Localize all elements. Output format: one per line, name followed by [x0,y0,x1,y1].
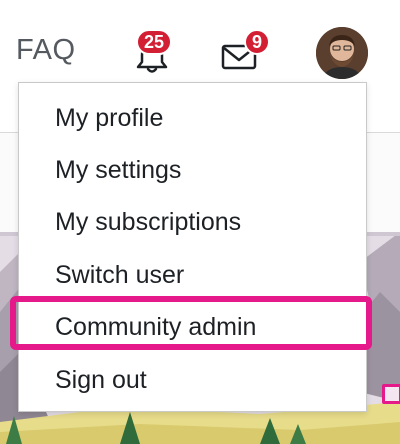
page: FAQ 25 9 My profile My settings My subsc… [0,0,400,444]
menu-item-my-settings[interactable]: My settings [55,156,181,185]
menu-item-community-admin[interactable]: Community admin [55,313,256,342]
user-dropdown-menu: My profile My settings My subscriptions … [18,82,367,412]
menu-item-switch-user[interactable]: Switch user [55,261,184,290]
faq-link[interactable]: FAQ [16,34,76,67]
menu-item-sign-out[interactable]: Sign out [55,366,147,395]
notifications-count-badge: 25 [136,29,173,55]
user-avatar[interactable] [316,27,368,79]
menu-item-my-subscriptions[interactable]: My subscriptions [55,208,241,237]
pink-marker [382,384,400,404]
menu-item-my-profile[interactable]: My profile [55,104,163,133]
messages-count-badge: 9 [244,29,271,55]
